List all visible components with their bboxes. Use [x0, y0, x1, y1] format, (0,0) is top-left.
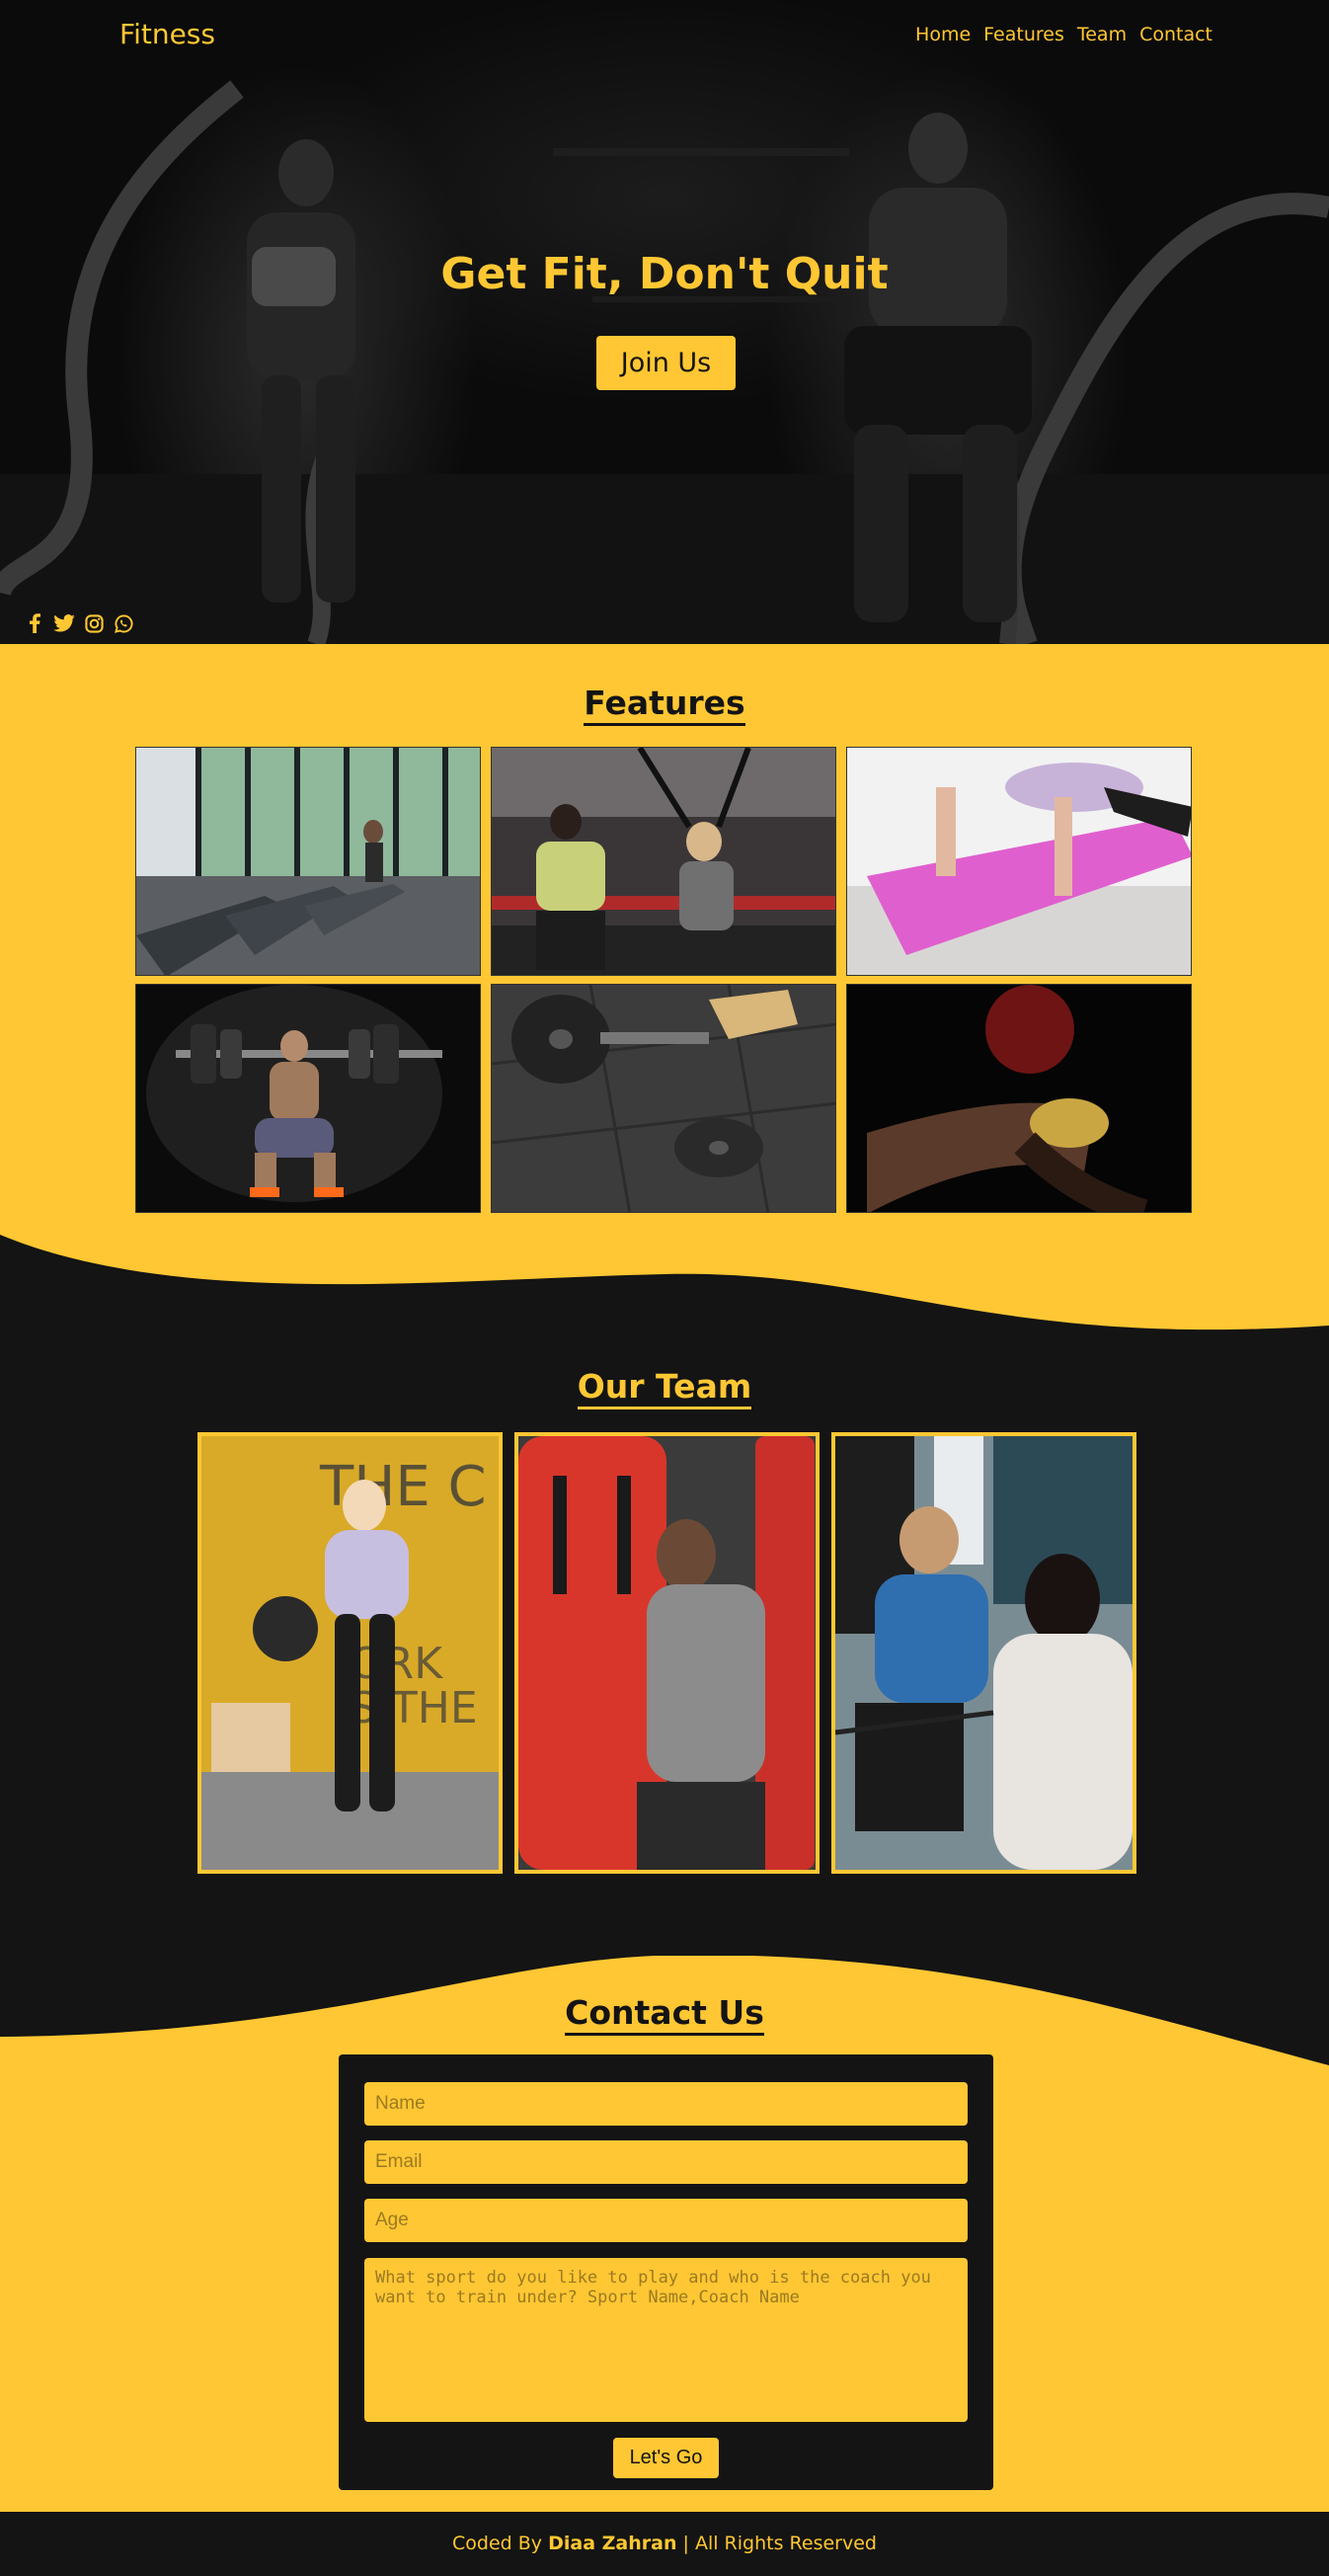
- hero-background-image: [0, 80, 1329, 644]
- features-title: Features: [0, 684, 1329, 726]
- hero-headline: Get Fit, Don't Quit: [440, 249, 889, 299]
- facebook-icon[interactable]: [24, 612, 45, 634]
- boxing-wraps-photo: [846, 984, 1192, 1213]
- email-input[interactable]: [364, 2140, 968, 2184]
- svg-text:ORK: ORK: [350, 1639, 443, 1689]
- treadmill-photo: [135, 747, 481, 976]
- coach-photo-woman: THE C ORK S THE: [197, 1432, 503, 1874]
- svg-text:S THE: S THE: [350, 1683, 478, 1733]
- team-title: Our Team: [0, 1367, 1329, 1409]
- coach-photo-boxer: [514, 1432, 820, 1874]
- hero-section: Fitness Home Features Team Contact Get F…: [0, 0, 1329, 644]
- whatsapp-icon[interactable]: [113, 612, 134, 634]
- nav-item-contact[interactable]: Contact: [1139, 24, 1212, 45]
- team-gallery: THE C ORK S THE: [197, 1432, 1136, 1874]
- footer-prefix: Coded By: [452, 2533, 549, 2554]
- footer-suffix: | All Rights Reserved: [676, 2533, 877, 2554]
- features-gallery: [135, 747, 1192, 1213]
- navbar: Fitness Home Features Team Contact: [0, 0, 1329, 69]
- name-input[interactable]: [364, 2082, 968, 2126]
- age-input[interactable]: [364, 2199, 968, 2242]
- submit-button[interactable]: Let's Go: [613, 2438, 719, 2478]
- team-section: Our Team THE C ORK S THE: [0, 1235, 1329, 2054]
- twitter-icon[interactable]: [53, 612, 75, 634]
- brand-logo[interactable]: Fitness: [119, 18, 215, 50]
- footer: Coded By Diaa Zahran | All Rights Reserv…: [0, 2512, 1329, 2576]
- contact-section: Contact Us Let's Go: [0, 1955, 1329, 2512]
- nav-item-features[interactable]: Features: [983, 24, 1064, 45]
- weight-plates-photo: [491, 984, 836, 1213]
- social-links: [24, 612, 134, 634]
- join-us-button[interactable]: Join Us: [596, 336, 736, 390]
- yoga-mat-photo: [846, 747, 1192, 976]
- trx-training-photo: [491, 747, 836, 976]
- contact-form: Let's Go: [339, 2054, 993, 2490]
- coach-photo-trainer: [831, 1432, 1136, 1874]
- message-textarea[interactable]: [364, 2258, 968, 2422]
- nav-menu: Home Features Team Contact: [915, 24, 1212, 45]
- nav-item-home[interactable]: Home: [915, 24, 971, 45]
- contact-title: Contact Us: [0, 1993, 1329, 2036]
- barbell-squat-photo: [135, 984, 481, 1213]
- instagram-icon[interactable]: [83, 612, 105, 634]
- wave-divider: [0, 1235, 1329, 1330]
- nav-item-team[interactable]: Team: [1077, 24, 1127, 45]
- footer-author: Diaa Zahran: [548, 2533, 677, 2554]
